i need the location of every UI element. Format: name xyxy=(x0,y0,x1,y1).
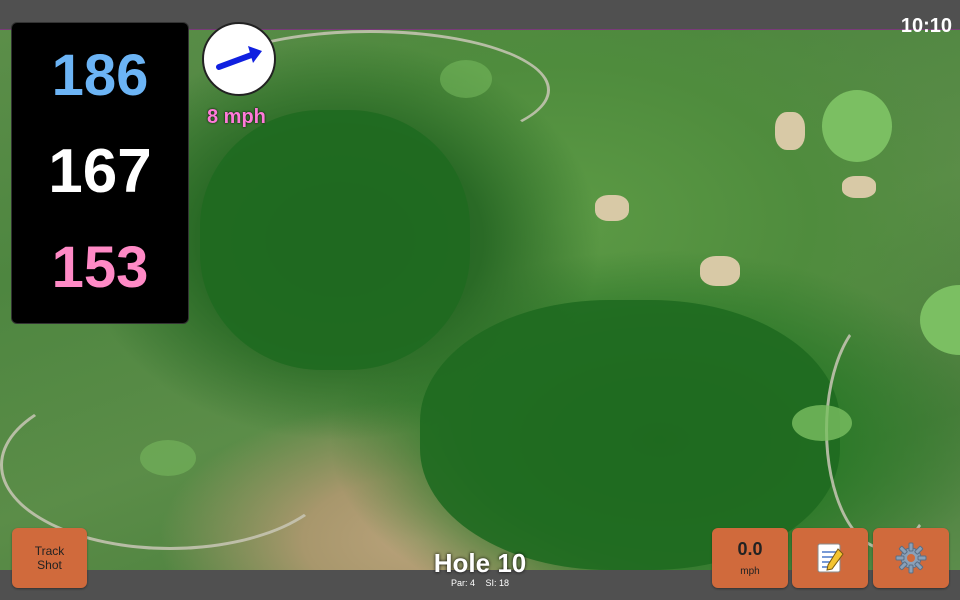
track-shot-button[interactable]: Track Shot xyxy=(12,528,87,588)
distance-panel: 186 167 153 xyxy=(11,22,189,324)
speed-button[interactable]: 0.0 mph xyxy=(712,528,788,588)
notepad-icon xyxy=(817,543,844,573)
hole-par: Par: 4 xyxy=(450,578,475,588)
notes-button[interactable] xyxy=(792,528,868,588)
gear-icon xyxy=(895,542,927,574)
tee-box xyxy=(140,440,196,476)
settings-button[interactable] xyxy=(873,528,949,588)
bunker xyxy=(700,256,740,286)
hole-stroke-index: SI: 18 xyxy=(485,578,510,588)
green xyxy=(792,405,852,441)
distance-front: 153 xyxy=(51,235,149,300)
tee-box xyxy=(440,60,492,98)
speed-value: 0.0 xyxy=(737,539,763,559)
track-shot-label: Track Shot xyxy=(34,544,65,572)
bunker xyxy=(842,176,876,198)
wind-speed: 8 mph xyxy=(207,106,266,128)
bunker xyxy=(775,112,805,150)
wind-arrow-icon xyxy=(216,46,262,70)
tree-cluster xyxy=(200,110,470,370)
green xyxy=(822,90,892,162)
distance-middle: 167 xyxy=(48,137,152,206)
hole-info: Par: 4 SI: 18 xyxy=(380,578,580,588)
wind-indicator xyxy=(202,22,276,96)
bunker xyxy=(595,195,629,221)
clock: 10:10 xyxy=(900,15,952,37)
speed-unit: mph xyxy=(740,566,760,577)
hole-title: Hole 10 xyxy=(433,548,527,578)
distance-back: 186 xyxy=(51,43,149,108)
